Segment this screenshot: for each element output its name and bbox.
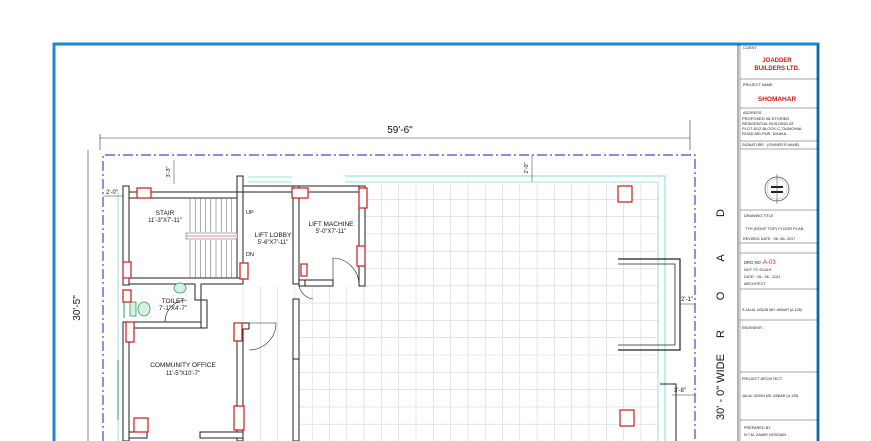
prepared-by-label: PREPARED BY bbox=[744, 426, 771, 430]
office-door bbox=[248, 322, 277, 351]
signature-label: SIGNATURE : (OWNER'S NAME) bbox=[742, 143, 800, 147]
dim-3ft-3in: 3'-3" bbox=[166, 166, 172, 177]
structural-column bbox=[291, 187, 309, 199]
structural-column bbox=[122, 261, 132, 279]
stair-size-label: 11'-3"X7'-11" bbox=[148, 218, 182, 224]
structural-column bbox=[239, 262, 249, 280]
toilet-name-label: TOILET bbox=[162, 298, 185, 305]
wc-tank bbox=[129, 301, 137, 317]
road-letter: D bbox=[715, 209, 727, 217]
structural-column bbox=[122, 289, 132, 303]
address-line-4: ROAD,MD.PUR, DHAKA. bbox=[742, 131, 788, 136]
dim-3ft-8in: 3'-8" bbox=[674, 388, 686, 394]
structural-column bbox=[233, 322, 243, 342]
right-projection-inner bbox=[618, 263, 676, 346]
project-label: PROJECT NAME bbox=[743, 83, 773, 87]
address-label: ADDRESS bbox=[743, 111, 762, 115]
dim-2ft-top-right: 2'-0" bbox=[524, 162, 530, 173]
architect-label: ARCHITECT bbox=[744, 282, 766, 286]
drg-no-label: DRG NO : bbox=[744, 260, 763, 265]
north-arrow-icon bbox=[764, 174, 790, 204]
drawing-date: DATE : 16 - 06 - 2021 bbox=[744, 275, 781, 279]
prepared-by-name: N.T.M. ZAMIR HOSSAIN bbox=[744, 433, 786, 437]
roof-tile-grid bbox=[242, 181, 658, 441]
road-letter: A bbox=[715, 254, 727, 262]
office-size-label: 11'-5"X10'-7" bbox=[166, 371, 200, 377]
not-to-scale: NOT TO SCALE bbox=[744, 268, 772, 272]
engineer-label: ENGINEER : bbox=[742, 326, 764, 330]
drawing-title: 7TH (ROOF TOP) FLOOR PLAN bbox=[745, 226, 804, 231]
road-width-label: 30' - 0" WIDE bbox=[715, 354, 727, 420]
right-projection bbox=[618, 258, 681, 351]
drawing-title-label: DRAWING TITLE bbox=[744, 214, 774, 218]
structural-column bbox=[133, 417, 149, 433]
lift-lobby-size-label: 5'-6"X7'-11" bbox=[258, 240, 289, 246]
road-letter: R bbox=[715, 330, 727, 338]
title-block: CLIENT JOADDER BUILDERS LTD. PROJECT NAM… bbox=[737, 44, 819, 441]
lift-lobby-name-label: LIFT LOBBY bbox=[255, 232, 292, 239]
structural-column bbox=[619, 409, 635, 427]
client-name-line-2: BUILDERS LTD. bbox=[754, 66, 800, 72]
structural-column bbox=[356, 245, 366, 267]
project-architect-name: JALAL UDDIN MD. AKBAR (A-128) bbox=[742, 394, 798, 398]
project-architect-label: PROJECT ARCHITECT bbox=[742, 377, 783, 381]
lift-machine-size-label: 5'-0"X7'-11" bbox=[316, 229, 347, 235]
basin-fixture bbox=[173, 282, 187, 294]
stair-name-label: STAIR bbox=[156, 210, 175, 217]
overall-width-label: 59'-6" bbox=[387, 125, 413, 136]
structural-column bbox=[358, 187, 368, 209]
structural-column bbox=[233, 405, 245, 431]
stair-dn-label: DN bbox=[246, 252, 254, 258]
toilet-size-label: 7'-1"X4'-7" bbox=[159, 306, 187, 312]
lift-machine-name-label: LIFT MACHINE bbox=[308, 221, 354, 228]
structural-columns bbox=[122, 185, 635, 433]
parapet-outline bbox=[345, 175, 666, 441]
structural-column bbox=[617, 185, 633, 203]
road-label: D A O R bbox=[715, 209, 727, 338]
wc-fixture bbox=[137, 301, 151, 317]
client-label: CLIENT bbox=[743, 46, 757, 50]
dim-2ft-1in: 2'-1" bbox=[681, 297, 693, 303]
stair-treads bbox=[185, 198, 238, 278]
revised-date: REVISED DATE : 06 -06- 2017 bbox=[743, 237, 795, 241]
client-name-line-1: JOADDER bbox=[762, 58, 792, 64]
structural-column bbox=[125, 321, 135, 343]
architect-name: S.JALAL UDDIN MD. AKBAR (A-128) bbox=[742, 308, 802, 312]
lift-machine-door bbox=[332, 257, 360, 285]
road-letter: O bbox=[715, 291, 727, 300]
structural-column bbox=[300, 263, 308, 277]
floor-plan-drawing: 59'-6" 30'-5" 2'-0" 3'-3" 2'-0" 2'-1" 3'… bbox=[52, 42, 820, 441]
office-name-label: COMMUNITY OFFICE bbox=[150, 362, 216, 369]
structural-column bbox=[136, 187, 152, 199]
parapet-inner bbox=[345, 181, 659, 441]
plan-area: 59'-6" 30'-5" 2'-0" 3'-3" 2'-0" 2'-1" 3'… bbox=[72, 120, 727, 441]
stair-up-label: UP bbox=[246, 210, 254, 216]
sheet-frame bbox=[52, 42, 820, 441]
overall-depth-label: 30'-5" bbox=[72, 295, 83, 321]
dim-2ft-top-left: 2'-0" bbox=[106, 190, 118, 196]
project-name: SHOMAHAR bbox=[758, 96, 797, 103]
drg-no-value: A-03 bbox=[763, 260, 776, 266]
